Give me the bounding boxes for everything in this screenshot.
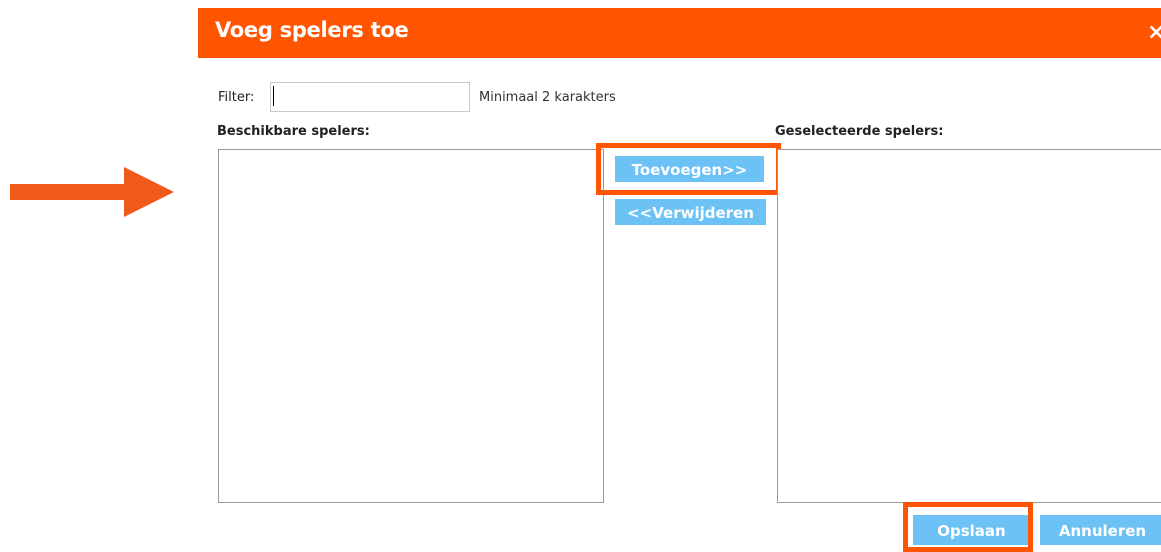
save-button-highlight: [903, 502, 1033, 552]
filter-label: Filter:: [218, 90, 255, 105]
filter-input[interactable]: [270, 82, 470, 112]
remove-button[interactable]: <<Verwijderen: [615, 199, 766, 225]
cancel-button[interactable]: Annuleren: [1040, 515, 1161, 545]
text-caret: [273, 86, 274, 106]
selected-players-list[interactable]: [777, 149, 1161, 503]
dialog-header: Voeg spelers toe ×: [198, 8, 1161, 58]
available-players-label: Beschikbare spelers:: [217, 124, 370, 139]
close-icon[interactable]: ×: [1147, 18, 1161, 48]
selected-players-label: Geselecteerde spelers:: [775, 124, 944, 139]
dialog-title: Voeg spelers toe: [215, 18, 409, 42]
arrow-shaft: [10, 184, 132, 200]
filter-hint: Minimaal 2 karakters: [479, 90, 616, 105]
arrow-head: [124, 167, 174, 217]
add-button-highlight: [596, 143, 781, 195]
available-players-list[interactable]: [218, 149, 604, 503]
